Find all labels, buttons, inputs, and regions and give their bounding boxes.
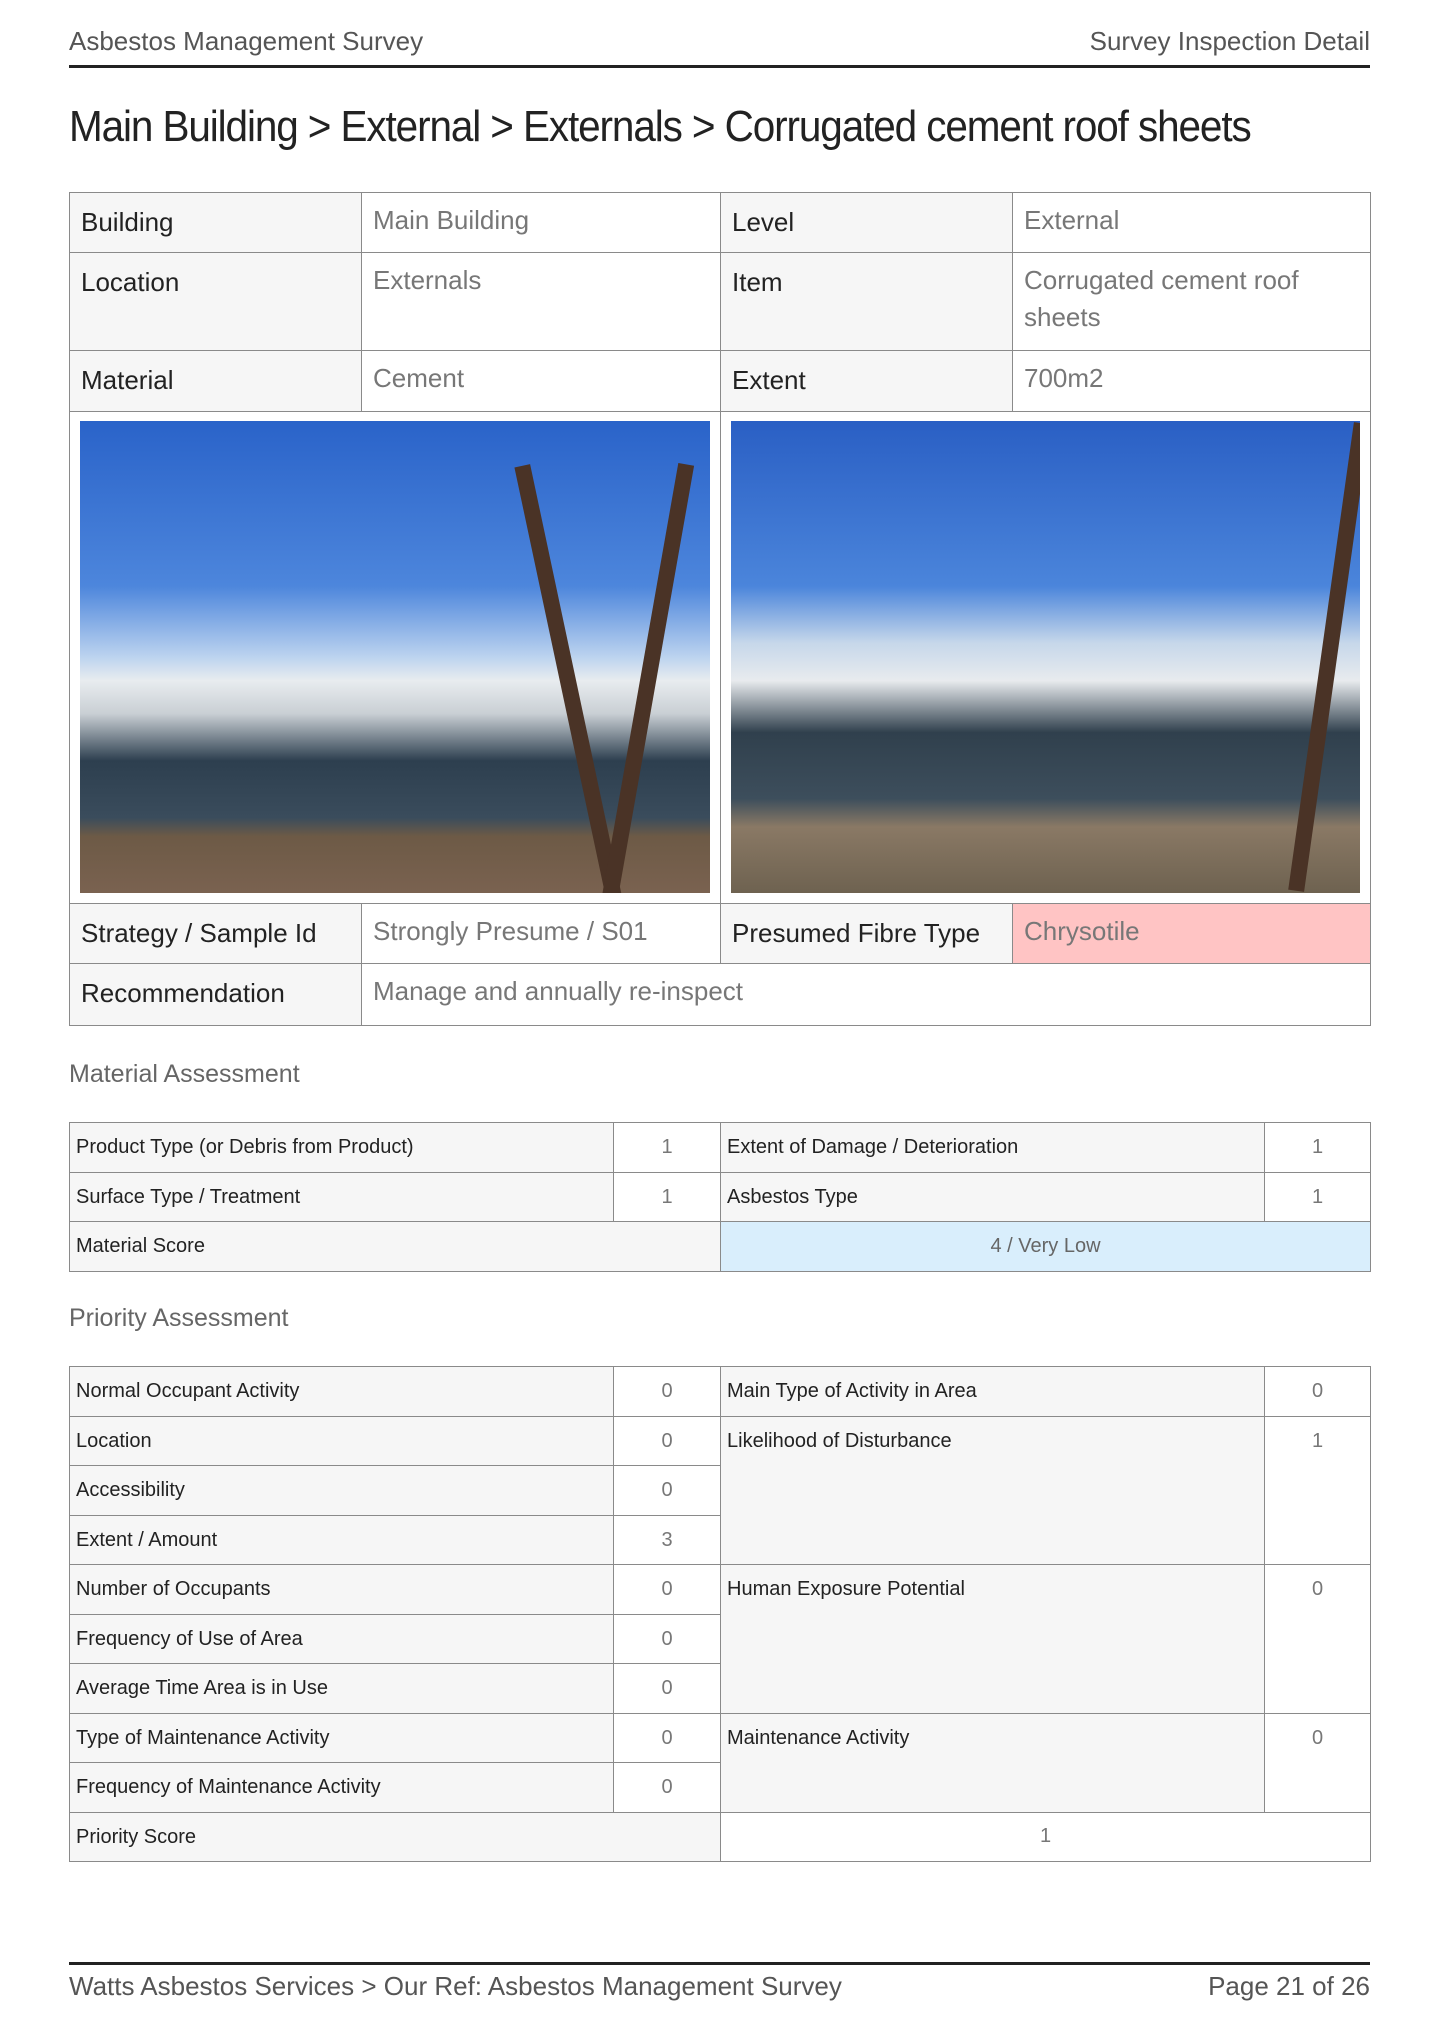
pa-value: 0 — [613, 1415, 721, 1466]
ma-label: Surface Type / Treatment — [69, 1171, 614, 1222]
pa-group-value: 0 — [1264, 1564, 1371, 1714]
ma-value: 1 — [1264, 1122, 1371, 1173]
page-number: Page 21 of 26 — [1208, 1971, 1370, 2001]
pa-value: 0 — [613, 1465, 721, 1516]
photo-cell-1 — [69, 411, 721, 904]
priority-assessment-title: Priority Assessment — [69, 1304, 289, 1332]
priority-score-value: 1 — [720, 1811, 1371, 1862]
pa-value: 0 — [613, 1663, 721, 1714]
pa-group-label: Human Exposure Potential — [720, 1564, 1265, 1714]
pa-group-value: 1 — [1264, 1415, 1371, 1565]
material-assessment-table: Product Type (or Debris from Product) 1 Ex… — [69, 1122, 1371, 1272]
header-right: Survey Inspection Detail — [1089, 26, 1370, 56]
inspection-photo-2[interactable] — [731, 421, 1360, 893]
extent-value: 700m2 — [1012, 350, 1371, 412]
pa-label: Number of Occupants — [69, 1564, 614, 1615]
recommendation-label: Recommendation — [69, 963, 362, 1026]
material-score-label: Material Score — [69, 1221, 721, 1272]
pa-label: Frequency of Use of Area — [69, 1613, 614, 1664]
location-value: Externals — [361, 252, 721, 351]
recommendation-value: Manage and annually re-inspect — [361, 963, 1371, 1026]
header-left: Asbestos Management Survey — [69, 26, 424, 56]
pa-label: Accessibility — [69, 1465, 614, 1516]
pa-label: Average Time Area is in Use — [69, 1663, 614, 1714]
pa-group-value: 0 — [1264, 1366, 1371, 1417]
material-assessment-title: Material Assessment — [69, 1060, 300, 1088]
ma-value: 1 — [613, 1171, 721, 1222]
page-header: Asbestos Management Survey Survey Inspec… — [69, 26, 1370, 68]
building-value: Main Building — [361, 192, 721, 253]
fibre-type-value: Chrysotile — [1012, 903, 1371, 964]
pa-label: Extent / Amount — [69, 1514, 614, 1565]
pa-value: 0 — [613, 1366, 721, 1417]
details-table: Building Main Building Level External Locat… — [69, 192, 1371, 1026]
strategy-label: Strategy / Sample Id — [69, 903, 362, 964]
pa-group-label: Likelihood of Disturbance — [720, 1415, 1265, 1565]
priority-score-label: Priority Score — [69, 1811, 721, 1862]
pa-label: Type of Maintenance Activity — [69, 1712, 614, 1763]
building-label: Building — [69, 192, 362, 253]
pa-label: Normal Occupant Activity — [69, 1366, 614, 1417]
ma-value: 1 — [1264, 1171, 1371, 1222]
pa-value: 0 — [613, 1564, 721, 1615]
item-label: Item — [720, 252, 1013, 351]
pa-value: 0 — [613, 1613, 721, 1664]
ma-value: 1 — [613, 1122, 721, 1173]
ma-label: Asbestos Type — [720, 1171, 1265, 1222]
pa-label: Frequency of Maintenance Activity — [69, 1762, 614, 1813]
footer-left: Watts Asbestos Services > Our Ref: Asbes… — [69, 1971, 842, 2001]
pa-value: 0 — [613, 1762, 721, 1813]
location-label: Location — [69, 252, 362, 351]
pa-group-value: 0 — [1264, 1712, 1371, 1813]
page-footer: Watts Asbestos Services > Our Ref: Asbes… — [69, 1962, 1370, 2002]
pa-group-label: Maintenance Activity — [720, 1712, 1265, 1813]
level-label: Level — [720, 192, 1013, 253]
material-label: Material — [69, 350, 362, 412]
pa-value: 3 — [613, 1514, 721, 1565]
fibre-type-label: Presumed Fibre Type — [720, 903, 1013, 964]
photo-cell-2 — [720, 411, 1371, 904]
pa-label: Location — [69, 1415, 614, 1466]
ma-label: Product Type (or Debris from Product) — [69, 1122, 614, 1173]
material-value: Cement — [361, 350, 721, 412]
ma-label: Extent of Damage / Deterioration — [720, 1122, 1265, 1173]
level-value: External — [1012, 192, 1371, 253]
extent-label: Extent — [720, 350, 1013, 412]
pa-group-label: Main Type of Activity in Area — [720, 1366, 1265, 1417]
priority-assessment-table: Normal Occupant Activity 0 Main Type of Ac… — [69, 1366, 1371, 1862]
inspection-photo-1[interactable] — [80, 421, 710, 893]
strategy-value: Strongly Presume / S01 — [361, 903, 721, 964]
material-score-value: 4 / Very Low — [720, 1221, 1371, 1272]
page-title: Main Building > External > Externals > C… — [69, 102, 1252, 151]
pa-value: 0 — [613, 1712, 721, 1763]
item-value: Corrugated cement roof sheets — [1012, 252, 1371, 351]
